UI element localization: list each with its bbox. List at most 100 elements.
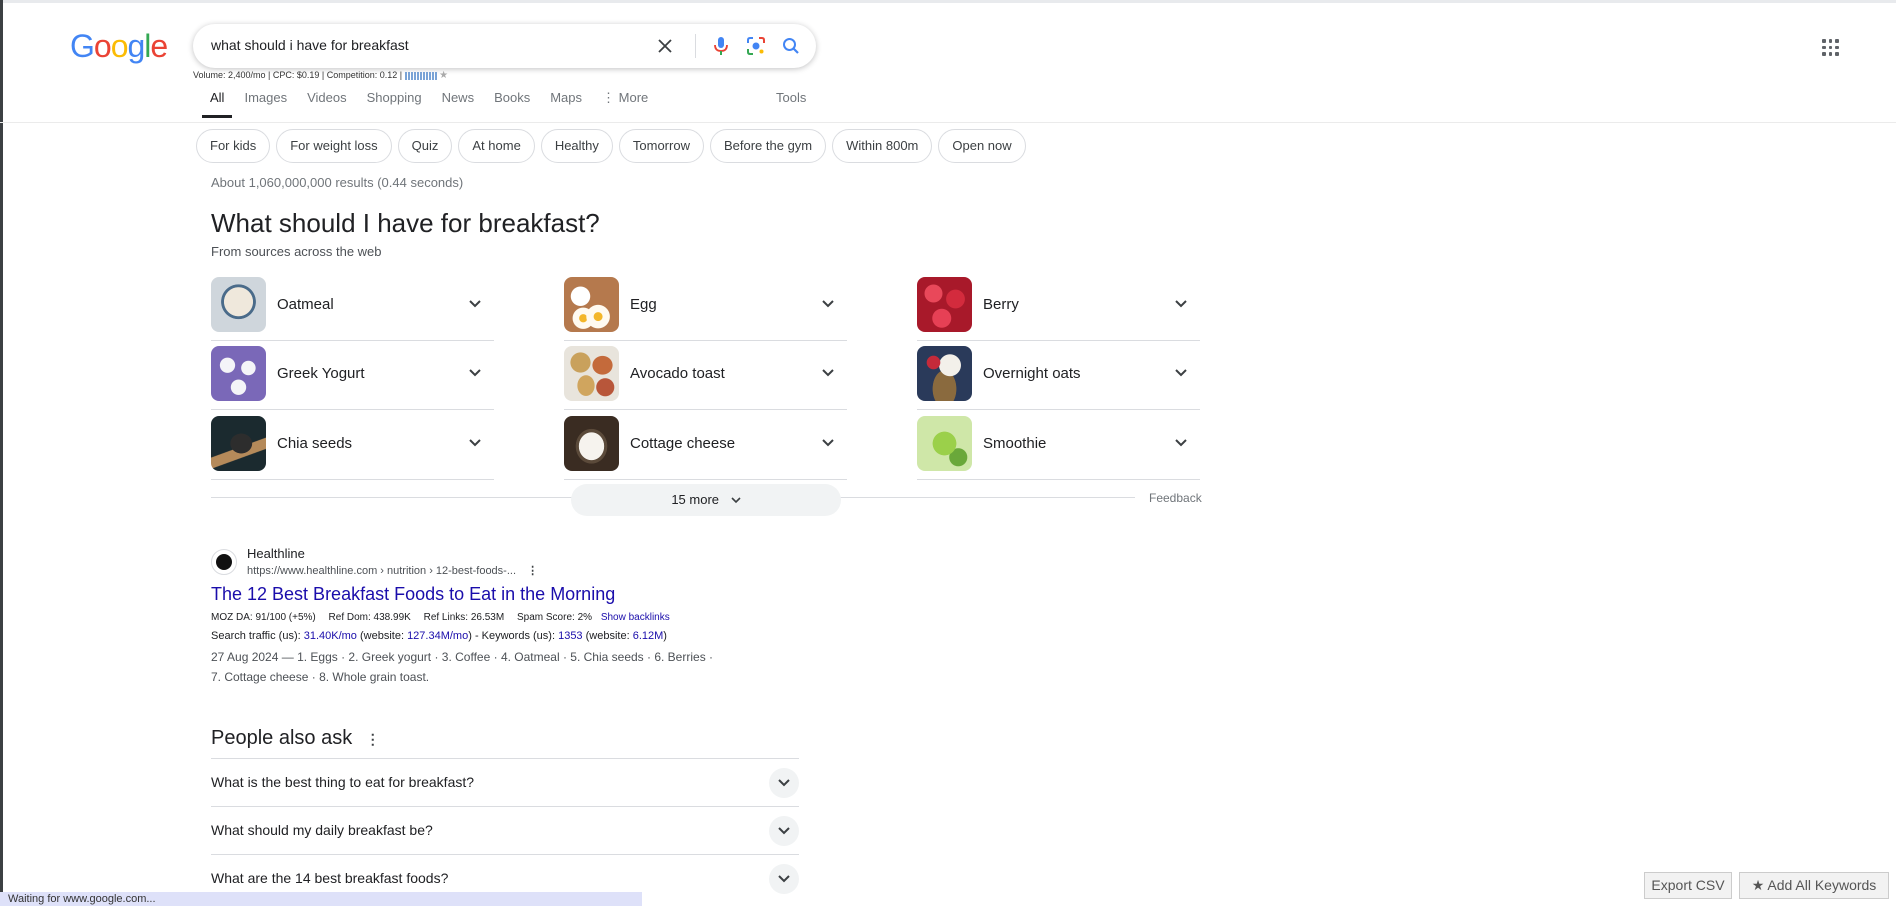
food-item-greek-yogurt[interactable]: Greek Yogurt xyxy=(211,340,494,410)
search-box[interactable]: what should i have for breakfast xyxy=(193,24,816,68)
chip-open-now[interactable]: Open now xyxy=(938,129,1026,163)
chip-quiz[interactable]: Quiz xyxy=(397,129,453,163)
paa-title-text: People also ask xyxy=(211,727,353,749)
result-url-text: https://www.healthline.com › nutrition ›… xyxy=(247,565,517,577)
food-item-label: Greek Yogurt xyxy=(277,365,365,382)
logo-letter: e xyxy=(150,28,168,64)
tools-button[interactable]: Tools xyxy=(776,90,806,105)
oatmeal-image xyxy=(211,277,266,332)
food-item-label: Oatmeal xyxy=(277,296,334,313)
paa-question[interactable]: What should my daily breakfast be? xyxy=(211,806,799,854)
logo-letter: G xyxy=(70,28,95,64)
seo-metrics: MOZ DA: 91/100 (+5%) Ref Dom: 438.99K Re… xyxy=(211,612,670,623)
traffic-value-link[interactable]: 31.40K/mo xyxy=(304,630,357,642)
food-item-berry[interactable]: Berry xyxy=(917,271,1200,341)
tab-more[interactable]: ⋮ More xyxy=(602,90,648,116)
chia-seeds-image xyxy=(211,416,266,471)
apps-grid-icon[interactable] xyxy=(1822,39,1839,56)
food-item-oatmeal[interactable]: Oatmeal xyxy=(211,271,494,341)
food-item-avocado-toast[interactable]: Avocado toast xyxy=(564,340,847,410)
food-item-egg[interactable]: Egg xyxy=(564,271,847,341)
snippet-line: 7. Cottage cheese · 8. Whole grain toast… xyxy=(211,670,430,684)
show-more-label: 15 more xyxy=(671,492,720,507)
export-csv-button[interactable]: Export CSV xyxy=(1644,872,1732,899)
chevron-down-icon xyxy=(731,497,741,504)
tab-shopping[interactable]: Shopping xyxy=(367,90,422,116)
food-item-label: Egg xyxy=(630,296,657,313)
add-all-keywords-button[interactable]: ★ Add All Keywords xyxy=(1739,872,1889,899)
people-also-ask-title: People also ask ⋮ xyxy=(211,727,380,750)
cottage-cheese-image xyxy=(564,416,619,471)
food-item-label: Smoothie xyxy=(983,435,1047,452)
search-tabs: All Images Videos Shopping News Books Ma… xyxy=(201,90,668,118)
google-logo[interactable]: Google xyxy=(70,28,168,65)
traffic-label: Search traffic (us): xyxy=(211,630,304,642)
featured-subheading: From sources across the web xyxy=(211,244,382,259)
logo-letter: o xyxy=(93,28,112,64)
healthline-favicon[interactable] xyxy=(211,549,237,575)
feedback-link[interactable]: Feedback xyxy=(1149,491,1202,505)
food-item-label: Chia seeds xyxy=(277,435,353,452)
paa-question[interactable]: What is the best thing to eat for breakf… xyxy=(211,758,799,806)
food-item-label: Berry xyxy=(983,296,1019,313)
paa-question-text: What are the 14 best breakfast foods? xyxy=(211,870,449,886)
result-site-name[interactable]: Healthline xyxy=(247,546,305,561)
chip-within-800m[interactable]: Within 800m xyxy=(832,129,933,163)
star-icon[interactable]: ★ xyxy=(439,70,448,81)
chevron-down-icon[interactable] xyxy=(769,768,799,798)
ref-dom: Ref Dom: 438.99K xyxy=(328,612,411,623)
top-border xyxy=(0,0,1896,3)
microphone-icon[interactable] xyxy=(709,34,733,58)
search-icon[interactable] xyxy=(779,34,803,58)
seo-metrics-text: Volume: 2,400/mo | CPC: $0.19 | Competit… xyxy=(193,70,403,80)
tab-more-label: More xyxy=(618,90,649,105)
chip-at-home[interactable]: At home xyxy=(458,129,535,163)
website-traffic-link[interactable]: 127.34M/mo xyxy=(407,630,468,642)
tab-books[interactable]: Books xyxy=(494,90,530,116)
logo-letter: g xyxy=(127,28,145,64)
traffic-label: (website: xyxy=(582,630,633,642)
tab-all[interactable]: All xyxy=(201,90,234,118)
food-item-cottage-cheese[interactable]: Cottage cheese xyxy=(564,410,847,480)
keywords-link[interactable]: 1353 xyxy=(558,630,582,642)
tab-images[interactable]: Images xyxy=(244,90,287,116)
close-icon[interactable] xyxy=(653,34,677,58)
chip-before-the-gym[interactable]: Before the gym xyxy=(709,129,827,163)
chevron-down-icon xyxy=(1175,295,1187,311)
show-backlinks-link[interactable]: Show backlinks xyxy=(601,612,670,623)
chip-for-kids[interactable]: For kids xyxy=(196,129,271,163)
show-more-button[interactable]: 15 more xyxy=(571,484,841,516)
overnight-oats-image xyxy=(917,346,972,401)
chevron-down-icon[interactable] xyxy=(769,864,799,894)
status-bar: Waiting for www.google.com... xyxy=(0,892,642,906)
food-item-chia-seeds[interactable]: Chia seeds xyxy=(211,410,494,480)
search-traffic: Search traffic (us): 31.40K/mo (website:… xyxy=(211,630,667,642)
chevron-down-icon xyxy=(822,295,834,311)
chevron-down-icon[interactable] xyxy=(769,816,799,846)
search-input[interactable]: what should i have for breakfast xyxy=(211,37,409,53)
avocado-toast-image xyxy=(564,346,619,401)
chevron-down-icon xyxy=(469,364,481,380)
window-edge xyxy=(0,0,3,906)
more-options-icon[interactable]: ⋮ xyxy=(366,731,380,747)
greek-yogurt-image xyxy=(211,346,266,401)
smoothie-image xyxy=(917,416,972,471)
chip-healthy[interactable]: Healthy xyxy=(540,129,613,163)
tab-news[interactable]: News xyxy=(442,90,475,116)
chip-for-weight-loss[interactable]: For weight loss xyxy=(276,129,392,163)
food-item-smoothie[interactable]: Smoothie xyxy=(917,410,1200,480)
result-title-link[interactable]: The 12 Best Breakfast Foods to Eat in th… xyxy=(211,584,615,605)
website-keywords-link[interactable]: 6.12M xyxy=(633,630,664,642)
tab-maps[interactable]: Maps xyxy=(550,90,582,116)
tab-videos[interactable]: Videos xyxy=(307,90,347,116)
moz-da: MOZ DA: 91/100 (+5%) xyxy=(211,612,316,623)
more-options-icon[interactable]: ⋮ xyxy=(527,565,538,577)
trend-bars xyxy=(404,71,437,80)
ref-links: Ref Links: 26.53M xyxy=(423,612,505,623)
result-url[interactable]: https://www.healthline.com › nutrition ›… xyxy=(247,564,538,577)
chip-tomorrow[interactable]: Tomorrow xyxy=(618,129,704,163)
lens-icon[interactable] xyxy=(744,34,768,58)
traffic-label: ) - Keywords (us): xyxy=(468,630,559,642)
food-item-overnight-oats[interactable]: Overnight oats xyxy=(917,340,1200,410)
refinement-chips: For kids For weight loss Quiz At home He… xyxy=(196,129,1026,163)
